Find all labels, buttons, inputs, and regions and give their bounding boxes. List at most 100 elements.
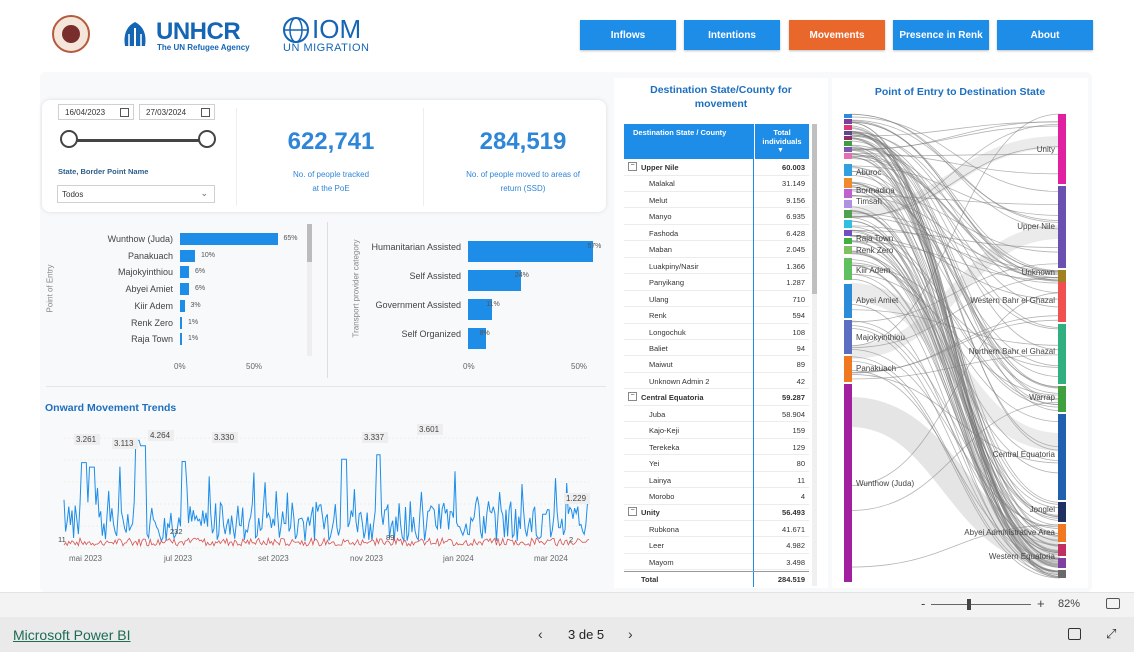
tab-movements[interactable]: Movements bbox=[789, 20, 885, 50]
sankey-source-node[interactable] bbox=[844, 141, 852, 146]
poe-chart-scrollbar[interactable] bbox=[307, 224, 312, 356]
sankey-source-node[interactable] bbox=[844, 153, 852, 159]
sankey-destination-node[interactable] bbox=[1058, 324, 1066, 384]
date-range-slider-handle-start[interactable] bbox=[60, 130, 78, 148]
table-row[interactable]: Panyikang 1.287 bbox=[624, 274, 809, 291]
table-row[interactable]: Maban 2.045 bbox=[624, 241, 809, 258]
tab-about[interactable]: About bbox=[997, 20, 1093, 50]
date-range-slider-track[interactable] bbox=[68, 139, 208, 142]
table-row[interactable]: Melut 9.156 bbox=[624, 192, 809, 209]
sort-desc-icon[interactable]: ▼ bbox=[777, 147, 784, 154]
sankey-destination-node[interactable] bbox=[1058, 544, 1066, 556]
state-filter-dropdown[interactable]: Todos ⌄ bbox=[57, 185, 215, 203]
table-row[interactable]: Renk 594 bbox=[624, 307, 809, 324]
share-icon[interactable] bbox=[1068, 628, 1081, 640]
sankey-source-node[interactable] bbox=[844, 384, 852, 582]
collapse-icon[interactable]: − bbox=[628, 507, 637, 517]
sankey-source-node[interactable] bbox=[844, 284, 852, 318]
table-row[interactable]: Mayom 3.498 bbox=[624, 554, 809, 571]
sankey-source-node[interactable] bbox=[844, 220, 852, 228]
table-row[interactable]: Ulang 710 bbox=[624, 291, 809, 308]
fullscreen-icon[interactable]: ⤢ bbox=[1106, 626, 1116, 642]
sankey-source-node[interactable] bbox=[844, 147, 852, 152]
destination-table-col2-header-line2[interactable]: individuals bbox=[755, 137, 809, 146]
sankey-source-node[interactable] bbox=[844, 114, 852, 118]
next-page-button[interactable]: › bbox=[628, 626, 633, 642]
table-row[interactable]: Longochuk 108 bbox=[624, 324, 809, 340]
sankey-source-node[interactable] bbox=[844, 200, 852, 208]
sankey-destination-node[interactable] bbox=[1058, 114, 1066, 184]
poe-bars-bar[interactable] bbox=[180, 299, 185, 312]
table-row[interactable]: Baliet 94 bbox=[624, 340, 809, 357]
sankey-destination-node[interactable] bbox=[1058, 386, 1066, 412]
table-row[interactable]: Unknown Admin 2 42 bbox=[624, 373, 809, 390]
fit-to-page-icon[interactable] bbox=[1106, 598, 1120, 609]
tab-presence-in-renk[interactable]: Presence in Renk bbox=[893, 20, 989, 50]
poe-bars-bar[interactable] bbox=[180, 233, 278, 245]
poe-bars-bar[interactable] bbox=[180, 333, 182, 346]
tab-inflows[interactable]: Inflows bbox=[580, 20, 676, 50]
sankey-source-node[interactable] bbox=[844, 164, 852, 176]
table-row[interactable]: Luakpiny/Nasir 1.366 bbox=[624, 258, 809, 275]
table-row[interactable]: Manyo 6.935 bbox=[624, 208, 809, 225]
trend-series-line-secondary[interactable] bbox=[63, 536, 590, 548]
sankey-source-node[interactable] bbox=[844, 136, 852, 140]
zoom-in-button[interactable]: + bbox=[1037, 596, 1045, 611]
table-row[interactable]: Lainya 11 bbox=[624, 472, 809, 489]
sankey-destination-node[interactable] bbox=[1058, 558, 1066, 568]
poe-bars-bar[interactable] bbox=[180, 249, 195, 262]
power-bi-link[interactable]: Microsoft Power BI bbox=[13, 627, 130, 643]
sankey-source-node[interactable] bbox=[844, 125, 852, 130]
table-row[interactable]: Terekeka 129 bbox=[624, 439, 809, 456]
collapse-icon[interactable]: − bbox=[628, 392, 637, 402]
sankey-source-node[interactable] bbox=[844, 210, 852, 218]
sankey-source-node[interactable] bbox=[844, 178, 852, 188]
destination-table-col1-header[interactable]: Destination State / County bbox=[633, 128, 726, 137]
sankey-destination-node[interactable] bbox=[1058, 414, 1066, 500]
table-row[interactable]: Rubkona 41.671 bbox=[624, 521, 809, 538]
sankey-destination-node[interactable] bbox=[1058, 186, 1066, 268]
table-row[interactable]: Maiwut 89 bbox=[624, 356, 809, 373]
table-row[interactable]: Fashoda 6.428 bbox=[624, 225, 809, 242]
table-row[interactable]: Morobo 4 bbox=[624, 488, 809, 505]
poe-bars-bar[interactable] bbox=[180, 283, 189, 296]
table-row[interactable]: Kajo-Keji 159 bbox=[624, 422, 809, 439]
sankey-source-node[interactable] bbox=[844, 246, 852, 254]
poe-bars-bar[interactable] bbox=[180, 266, 189, 279]
sankey-destination-node[interactable] bbox=[1058, 524, 1066, 542]
trend-series-line[interactable] bbox=[63, 439, 590, 543]
sankey-source-node[interactable] bbox=[844, 119, 852, 124]
tr-bars-bar[interactable] bbox=[468, 241, 594, 262]
sankey-source-node[interactable] bbox=[844, 356, 852, 382]
sankey-destination-node[interactable] bbox=[1058, 570, 1066, 578]
destination-table-scrollbar[interactable] bbox=[812, 124, 817, 586]
sankey-source-node[interactable] bbox=[844, 131, 852, 135]
sankey-destination-node[interactable] bbox=[1058, 502, 1066, 522]
date-start-input[interactable]: 16/04/2023 bbox=[58, 104, 134, 120]
poe-chart-scrollbar-thumb[interactable] bbox=[307, 224, 312, 262]
date-end-input[interactable]: 27/03/2024 bbox=[139, 104, 215, 120]
table-row[interactable]: Juba 58.904 bbox=[624, 406, 809, 423]
collapse-icon[interactable]: − bbox=[628, 162, 637, 171]
table-group-row[interactable]: − Central Equatoria 59.287 bbox=[624, 389, 809, 406]
prev-page-button[interactable]: ‹ bbox=[538, 626, 543, 642]
zoom-slider-handle[interactable] bbox=[967, 599, 971, 610]
sankey-source-node[interactable] bbox=[844, 258, 852, 280]
poe-bars-bar[interactable] bbox=[180, 316, 182, 329]
table-row[interactable]: Leer 4.982 bbox=[624, 537, 809, 554]
zoom-slider-track[interactable] bbox=[931, 604, 1031, 605]
sankey-source-node[interactable] bbox=[844, 189, 852, 198]
tab-intentions[interactable]: Intentions bbox=[684, 20, 780, 50]
sankey-source-node[interactable] bbox=[844, 320, 852, 354]
tr-bars-bar[interactable] bbox=[468, 270, 521, 291]
date-range-slider-handle-end[interactable] bbox=[198, 130, 216, 148]
sankey-source-node[interactable] bbox=[844, 238, 852, 244]
sankey-destination-node[interactable] bbox=[1058, 282, 1066, 322]
table-group-row[interactable]: − Unity 56.493 bbox=[624, 504, 809, 521]
sankey-destination-node[interactable] bbox=[1058, 270, 1066, 282]
table-group-row[interactable]: − Upper Nile 60.003 bbox=[624, 159, 809, 176]
zoom-out-button[interactable]: - bbox=[921, 596, 925, 611]
table-row[interactable]: Yei 80 bbox=[624, 455, 809, 472]
sankey-source-node[interactable] bbox=[844, 230, 852, 236]
table-row[interactable]: Malakal 31.149 bbox=[624, 175, 809, 192]
